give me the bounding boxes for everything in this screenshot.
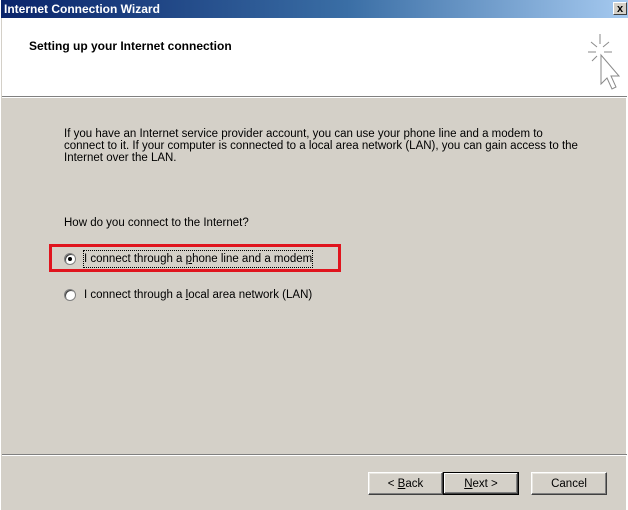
wizard-window: Internet Connection Wizard x Setting up … [0, 0, 628, 510]
title-bar[interactable]: Internet Connection Wizard x [1, 0, 628, 18]
next-button[interactable]: Next > [443, 472, 519, 495]
wizard-header: Setting up your Internet connection [2, 18, 627, 97]
option-phone-modem-label[interactable]: I connect through a phone line and a mod… [82, 250, 314, 268]
cancel-button[interactable]: Cancel [531, 472, 607, 495]
page-title: Setting up your Internet connection [29, 39, 232, 53]
radio-phone-modem[interactable] [64, 253, 76, 265]
back-button[interactable]: < Back [368, 472, 443, 495]
intro-text: If you have an Internet service provider… [64, 128, 578, 164]
close-icon: x [616, 3, 624, 15]
footer-divider-highlight [2, 455, 627, 456]
close-button[interactable]: x [613, 2, 627, 15]
option-lan-label[interactable]: I connect through a local area network (… [84, 287, 312, 303]
radio-lan[interactable] [64, 289, 76, 301]
sparkle-cursor-icon [588, 34, 621, 90]
header-divider [2, 97, 627, 98]
connection-question: How do you connect to the Internet? [64, 217, 249, 229]
window-title: Internet Connection Wizard [4, 2, 160, 16]
